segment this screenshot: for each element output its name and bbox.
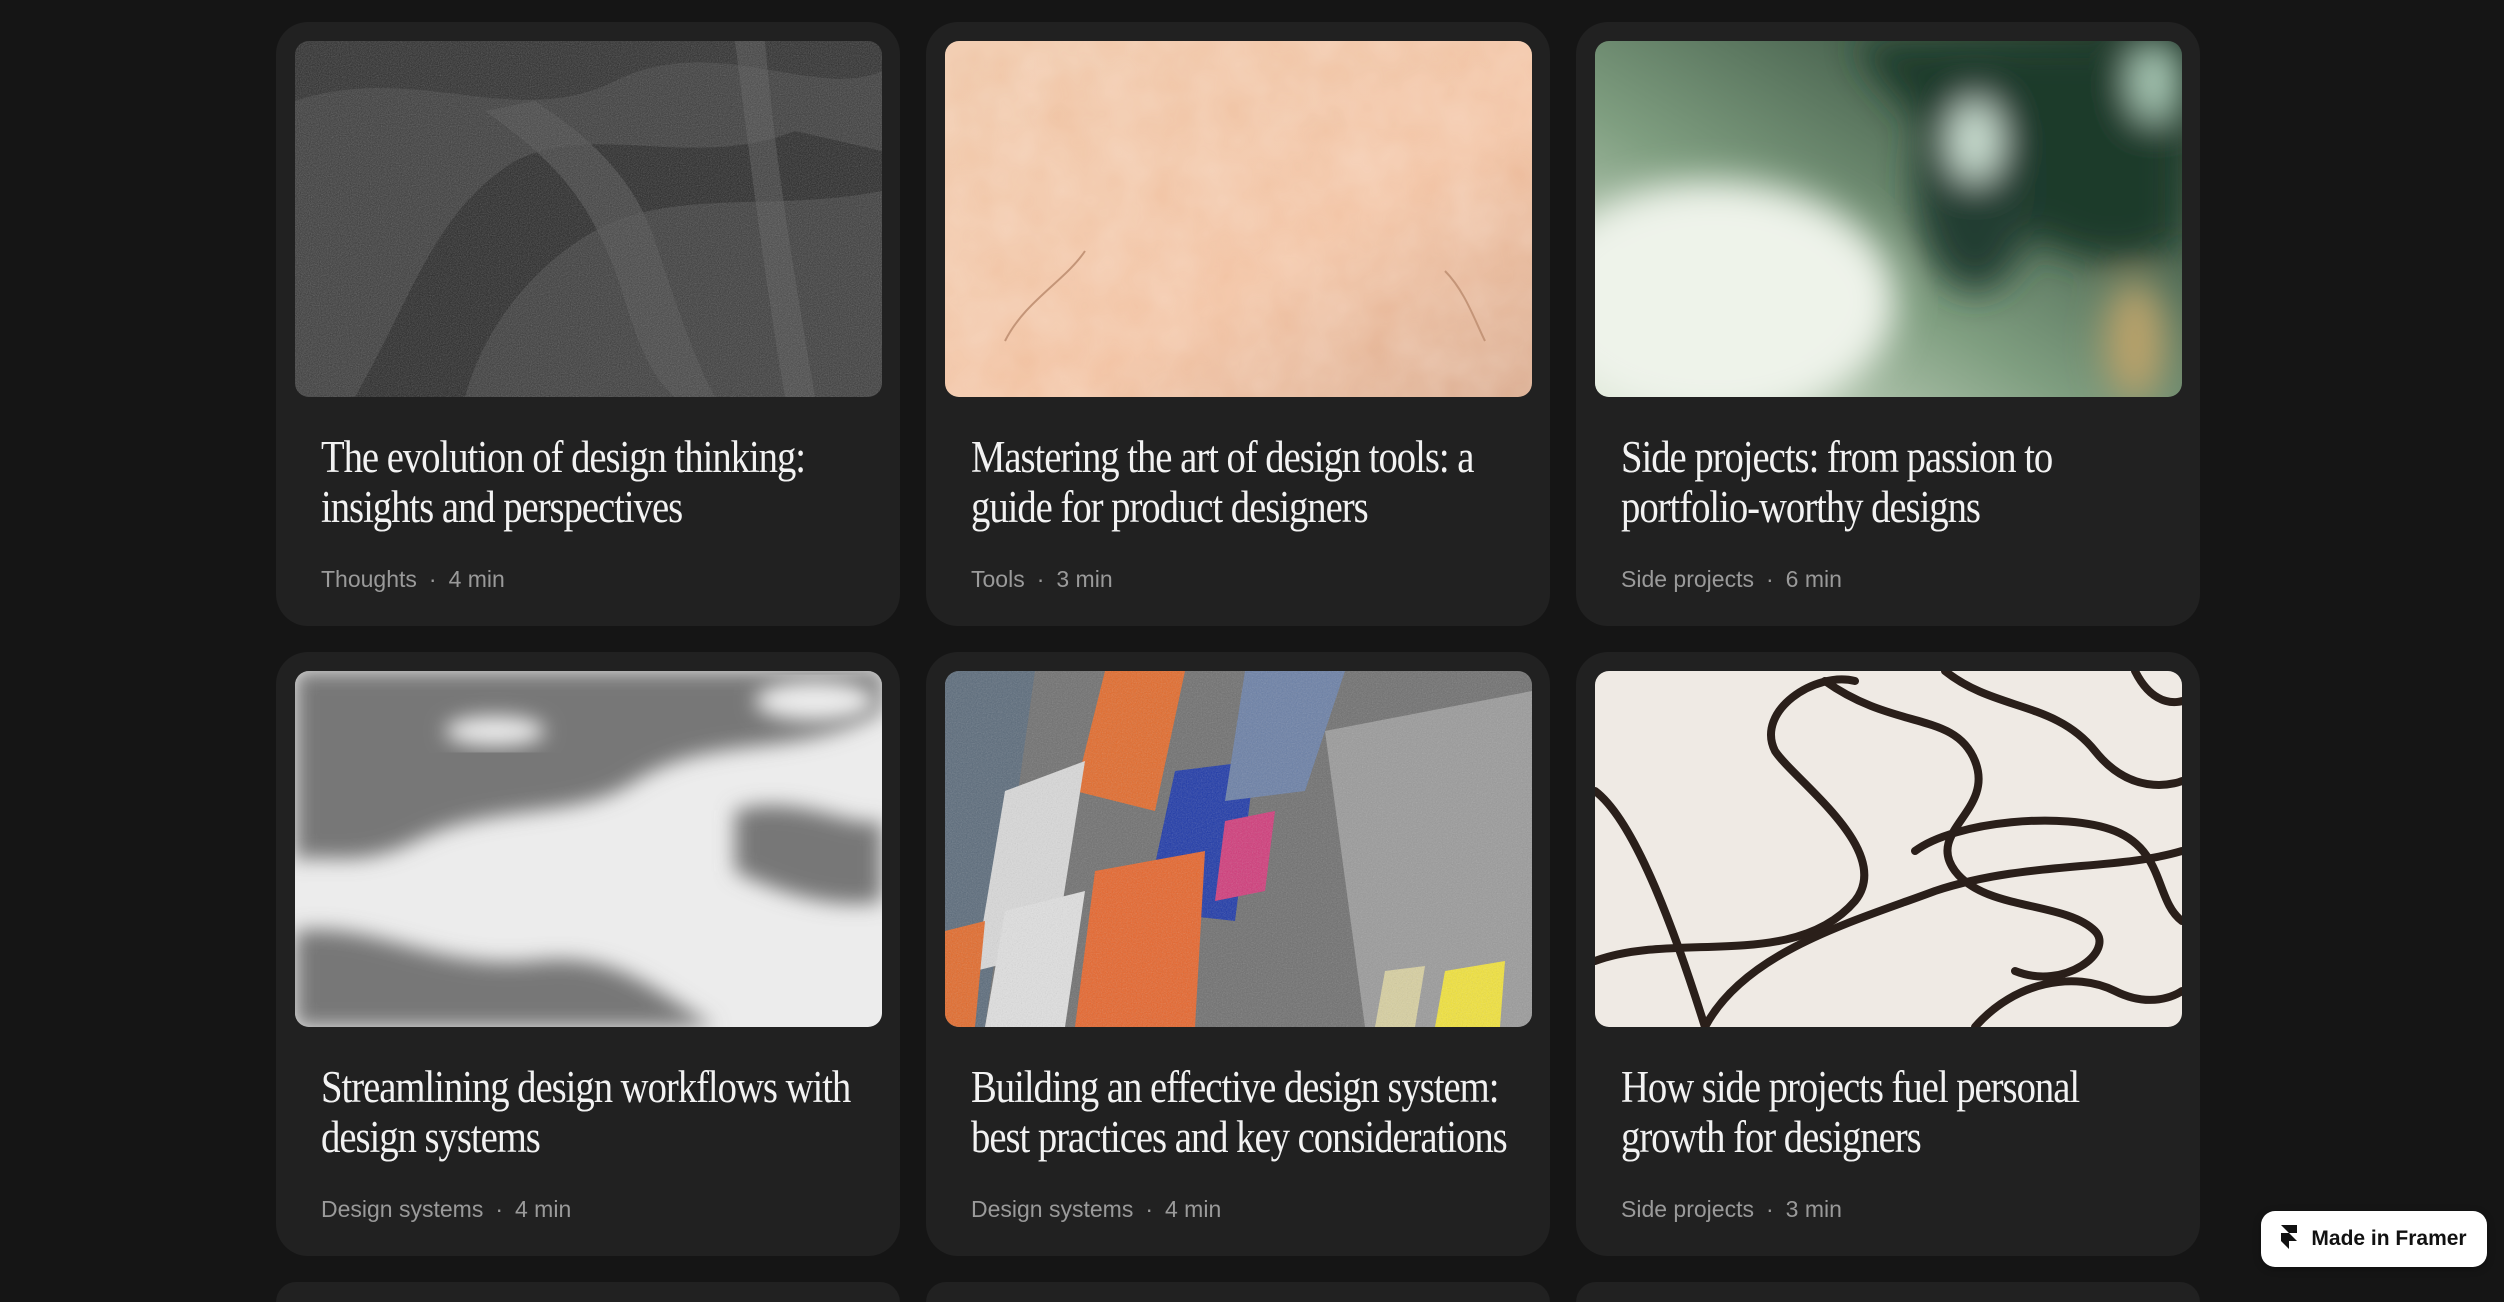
post-thumbnail	[945, 671, 1532, 1027]
post-read-time: 3 min	[1056, 566, 1113, 592]
post-meta: Design systems · 4 min	[321, 1194, 571, 1224]
made-in-framer-badge[interactable]: Made in Framer	[2261, 1211, 2487, 1267]
post-category: Design systems	[321, 1196, 484, 1222]
post-category: Side projects	[1621, 566, 1754, 592]
post-read-time: 6 min	[1785, 566, 1842, 592]
post-meta: Side projects · 6 min	[1621, 564, 1842, 594]
post-category: Thoughts	[321, 566, 417, 592]
post-title: Side projects: from passion to portfolio…	[1621, 432, 2053, 532]
meta-separator: ·	[1036, 566, 1045, 592]
post-card[interactable]: How side projects fuel personal growth f…	[1576, 652, 2200, 1256]
post-card[interactable]: The evolution of design thinking: insigh…	[276, 22, 900, 626]
meta-separator: ·	[428, 566, 437, 592]
post-grid: The evolution of design thinking: insigh…	[276, 22, 2204, 1256]
post-thumbnail	[1595, 671, 2182, 1027]
meta-separator: ·	[1145, 1196, 1153, 1222]
post-thumbnail	[295, 41, 882, 397]
post-category: Side projects	[1621, 1196, 1754, 1222]
post-read-time: 4 min	[515, 1196, 572, 1222]
framer-logo-icon	[2281, 1224, 2298, 1254]
post-read-time: 3 min	[1785, 1196, 1842, 1222]
post-card-partial[interactable]	[276, 1282, 900, 1302]
post-title: How side projects fuel personal growth f…	[1621, 1062, 2080, 1162]
post-meta: Tools · 3 min	[971, 564, 1113, 594]
post-meta: Side projects · 3 min	[1621, 1194, 1842, 1224]
post-title: The evolution of design thinking: insigh…	[321, 432, 806, 532]
post-thumbnail	[295, 671, 882, 1027]
post-read-time: 4 min	[448, 566, 505, 592]
post-thumbnail	[1595, 41, 2182, 397]
post-title: Building an effective design system: bes…	[971, 1062, 1508, 1162]
post-category: Design systems	[971, 1196, 1134, 1222]
post-card[interactable]: Streamlining design workflows with desig…	[276, 652, 900, 1256]
badge-label: Made in Framer	[2311, 1227, 2467, 1250]
meta-separator: ·	[1765, 566, 1774, 592]
post-card-partial[interactable]	[1576, 1282, 2200, 1302]
post-read-time: 4 min	[1165, 1196, 1222, 1222]
post-title: Streamlining design workflows with desig…	[321, 1062, 851, 1162]
meta-separator: ·	[1765, 1196, 1774, 1222]
post-category: Tools	[971, 566, 1025, 592]
post-card[interactable]: Building an effective design system: bes…	[926, 652, 1550, 1256]
meta-separator: ·	[495, 1196, 503, 1222]
post-thumbnail	[945, 41, 1532, 397]
post-title: Mastering the art of design tools: a gui…	[971, 432, 1474, 532]
post-meta: Thoughts · 4 min	[321, 564, 505, 594]
post-card[interactable]: Mastering the art of design tools: a gui…	[926, 22, 1550, 626]
post-meta: Design systems · 4 min	[971, 1194, 1221, 1224]
post-card-partial[interactable]	[926, 1282, 1550, 1302]
post-card[interactable]: Side projects: from passion to portfolio…	[1576, 22, 2200, 626]
